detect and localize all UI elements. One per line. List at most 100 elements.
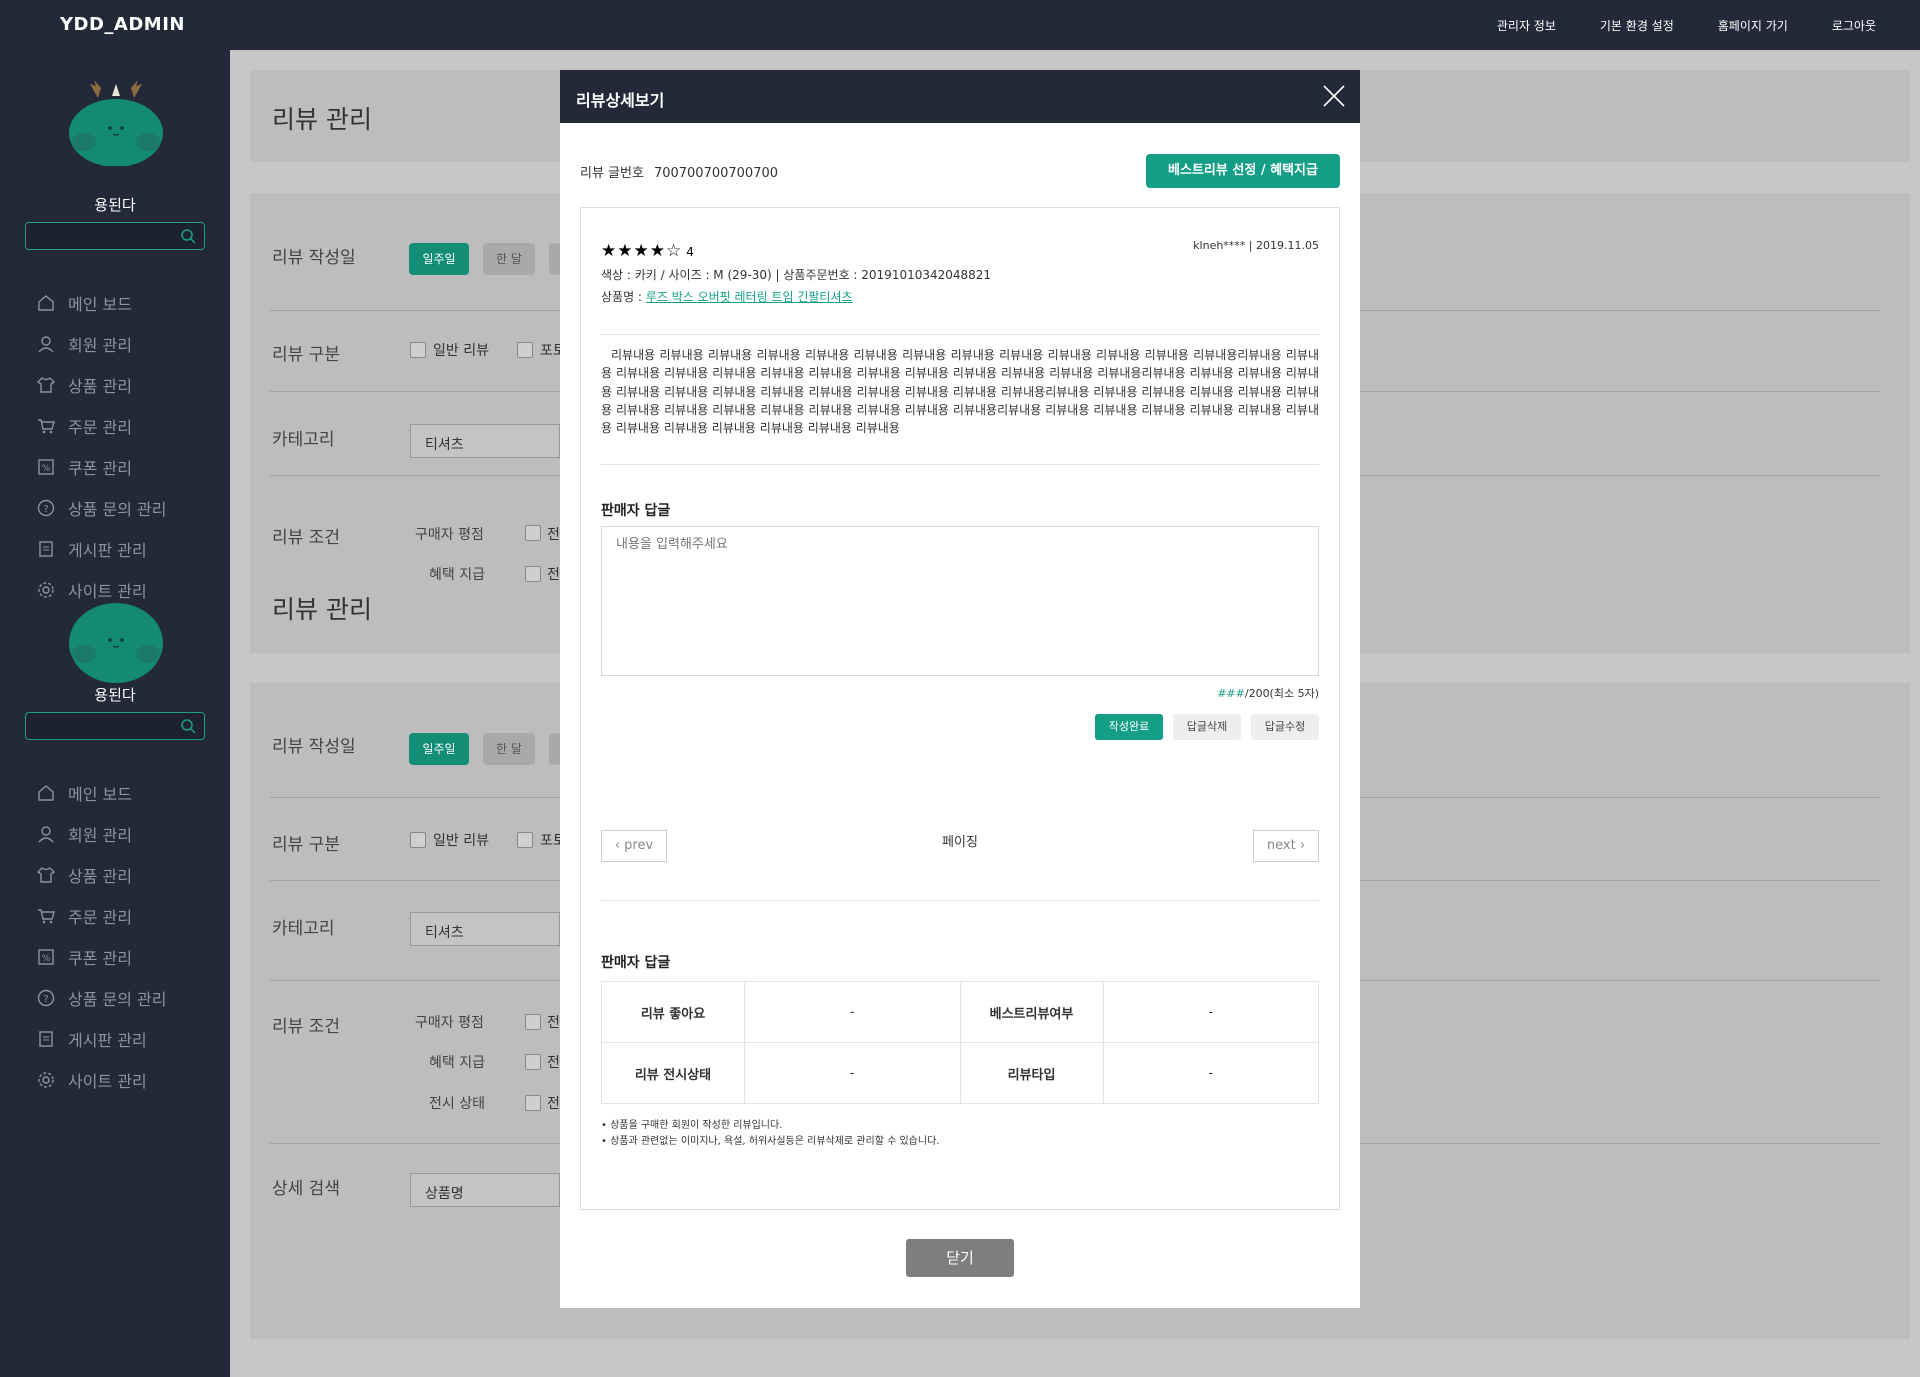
benefit-all-label: 전 [547, 567, 560, 583]
general-review-checkbox[interactable] [410, 342, 426, 358]
detail-search-label: 상세 검색 [272, 1179, 340, 1199]
coupon-icon: % [38, 458, 54, 475]
close-icon[interactable] [1320, 82, 1348, 110]
shirt-icon [36, 376, 56, 393]
category-select[interactable]: 티셔츠 [410, 912, 560, 946]
search-icon[interactable] [180, 228, 196, 244]
benefit-all-label: 전 [547, 1055, 560, 1071]
general-review-checkbox[interactable] [410, 832, 426, 848]
next-button[interactable]: next › [1253, 830, 1319, 862]
divider [601, 900, 1319, 901]
benefit-all-checkbox[interactable] [525, 1054, 541, 1070]
best-value: - [1102, 981, 1319, 1043]
menu-coupon[interactable]: % 쿠폰 관리 [36, 936, 167, 977]
paging: 페이징 [942, 835, 978, 850]
order-options: 색상 : 카키 / 사이즈 : M (29-30) | 상품주문번호 : 201… [601, 268, 992, 282]
nav-homepage[interactable]: 홈페이지 가기 [1718, 17, 1788, 34]
best-review-button[interactable]: 베스트리뷰 선정 / 혜택지급 [1146, 154, 1340, 188]
menu-product-inquiry[interactable]: ? 상품 문의 관리 [36, 977, 167, 1018]
category-select[interactable]: 티셔츠 [410, 424, 560, 458]
general-review-label: 일반 리뷰 [433, 343, 489, 359]
menu-order[interactable]: 주문 관리 [36, 895, 167, 936]
notes: • 상품을 구매한 회원이 작성한 리뷰입니다. • 상품과 관련없는 이미지나… [601, 1118, 939, 1150]
logo[interactable]: YDD_ADMIN [60, 14, 185, 35]
sidebar-block-2: 용된다 메인 보드 회원 관리 상품 관리 주문 관리 % 쿠폰 관리 ? 상품 문… [0, 590, 230, 1377]
menu-main-board[interactable]: 메인 보드 [36, 282, 167, 323]
month-button[interactable]: 한 달 [483, 733, 535, 765]
svg-text:?: ? [43, 994, 48, 1005]
week-button[interactable]: 일주일 [409, 243, 469, 275]
product-link[interactable]: 루즈 박스 오버핏 레터링 트임 긴팔티셔츠 [646, 290, 853, 304]
cart-icon [38, 418, 55, 433]
menu-order[interactable]: 주문 관리 [36, 405, 167, 446]
question-icon: ? [37, 499, 55, 516]
reply-submit-button[interactable]: 작성완료 [1095, 714, 1163, 740]
gear-icon [38, 1071, 54, 1088]
divider [601, 334, 1319, 335]
detail-search-select[interactable]: 상품명 [410, 1173, 560, 1207]
review-author-date: klneh**** | 2019.11.05 [1193, 239, 1319, 252]
menu-member[interactable]: 회원 관리 [36, 813, 167, 854]
nav-admin-info[interactable]: 관리자 정보 [1497, 17, 1556, 34]
review-type-value: - [1102, 1042, 1319, 1104]
user-icon [38, 335, 54, 352]
user-icon [38, 825, 54, 842]
avatar-dragon-icon [69, 80, 163, 166]
review-info-table: 리뷰 좋아요 - 베스트리뷰여부 - 리뷰 전시상태 - 리뷰타입 - [601, 981, 1319, 1104]
rating-all-checkbox[interactable] [525, 1014, 541, 1030]
review-box: ★★★★☆ 4 klneh**** | 2019.11.05 색상 : 카키 / … [580, 207, 1340, 1210]
general-review-label: 일반 리뷰 [433, 833, 489, 849]
photo-review-checkbox[interactable] [517, 832, 533, 848]
menu-product-inquiry[interactable]: ? 상품 문의 관리 [36, 487, 167, 528]
category-label: 카테고리 [272, 430, 335, 450]
reply-textarea[interactable] [601, 526, 1319, 676]
display-status-value: - [744, 1042, 961, 1104]
display-label: 전시 상태 [429, 1096, 485, 1112]
home-icon [38, 784, 54, 801]
menu-board[interactable]: 게시판 관리 [36, 1018, 167, 1059]
search-icon[interactable] [180, 718, 196, 734]
reply-title: 판매자 답글 [601, 503, 671, 519]
note-item: • 상품과 관련없는 이미지나, 욕설, 허위사실등은 리뷰삭제로 관리할 수 … [601, 1136, 940, 1147]
menu-member[interactable]: 회원 관리 [36, 323, 167, 364]
sidebar-search-input[interactable] [25, 222, 205, 250]
close-button[interactable]: 닫기 [906, 1239, 1014, 1277]
menu-main-board[interactable]: 메인 보드 [36, 772, 167, 813]
condition-label: 리뷰 조건 [272, 528, 340, 548]
benefit-all-checkbox[interactable] [525, 566, 541, 582]
menu-coupon[interactable]: % 쿠폰 관리 [36, 446, 167, 487]
menu-product[interactable]: 상품 관리 [36, 364, 167, 405]
display-all-checkbox[interactable] [525, 1095, 541, 1111]
star-rating: ★★★★☆ 4 [601, 241, 694, 261]
condition-label: 리뷰 조건 [272, 1017, 340, 1037]
user-name: 용된다 [94, 196, 136, 214]
rating-all-checkbox[interactable] [525, 525, 541, 541]
top-bar: YDD_ADMIN 관리자 정보 기본 환경 설정 홈페이지 가기 로그아웃 [0, 0, 1920, 50]
product-line: 상품명 : 루즈 박스 오버핏 레터링 트임 긴팔티셔츠 [601, 290, 853, 304]
chevron-right-icon: › [1295, 838, 1306, 853]
page-title: 리뷰 관리 [272, 595, 372, 624]
sidebar-block-1: 용된다 메인 보드 회원 관리 상품 관리 주문 관리 % 쿠폰 관리 ? 상품 문… [0, 50, 230, 601]
modal-header: 리뷰상세보기 [560, 70, 1360, 123]
coupon-icon: % [38, 948, 54, 965]
table-row: 리뷰 좋아요 - 베스트리뷰여부 - [601, 981, 1319, 1043]
nav-logout[interactable]: 로그아웃 [1832, 17, 1876, 34]
photo-review-checkbox[interactable] [517, 342, 533, 358]
board-icon [39, 1030, 53, 1047]
menu-product[interactable]: 상품 관리 [36, 854, 167, 895]
menu-board[interactable]: 게시판 관리 [36, 528, 167, 569]
info-title: 판매자 답글 [601, 955, 671, 971]
like-label: 리뷰 좋아요 [601, 981, 745, 1043]
page-title: 리뷰 관리 [272, 105, 372, 134]
nav-settings[interactable]: 기본 환경 설정 [1600, 17, 1674, 34]
month-button[interactable]: 한 달 [483, 243, 535, 275]
sidebar-search-input[interactable] [25, 712, 205, 740]
reply-edit-button[interactable]: 답글수정 [1251, 714, 1319, 740]
top-nav: 관리자 정보 기본 환경 설정 홈페이지 가기 로그아웃 [1497, 0, 1920, 50]
reply-delete-button[interactable]: 답글삭제 [1173, 714, 1241, 740]
svg-text:%: % [42, 954, 51, 964]
menu-site[interactable]: 사이트 관리 [36, 1059, 167, 1100]
rating-label: 구매자 평점 [415, 527, 484, 543]
rating-all-label: 전 [547, 527, 560, 543]
week-button[interactable]: 일주일 [409, 733, 469, 765]
